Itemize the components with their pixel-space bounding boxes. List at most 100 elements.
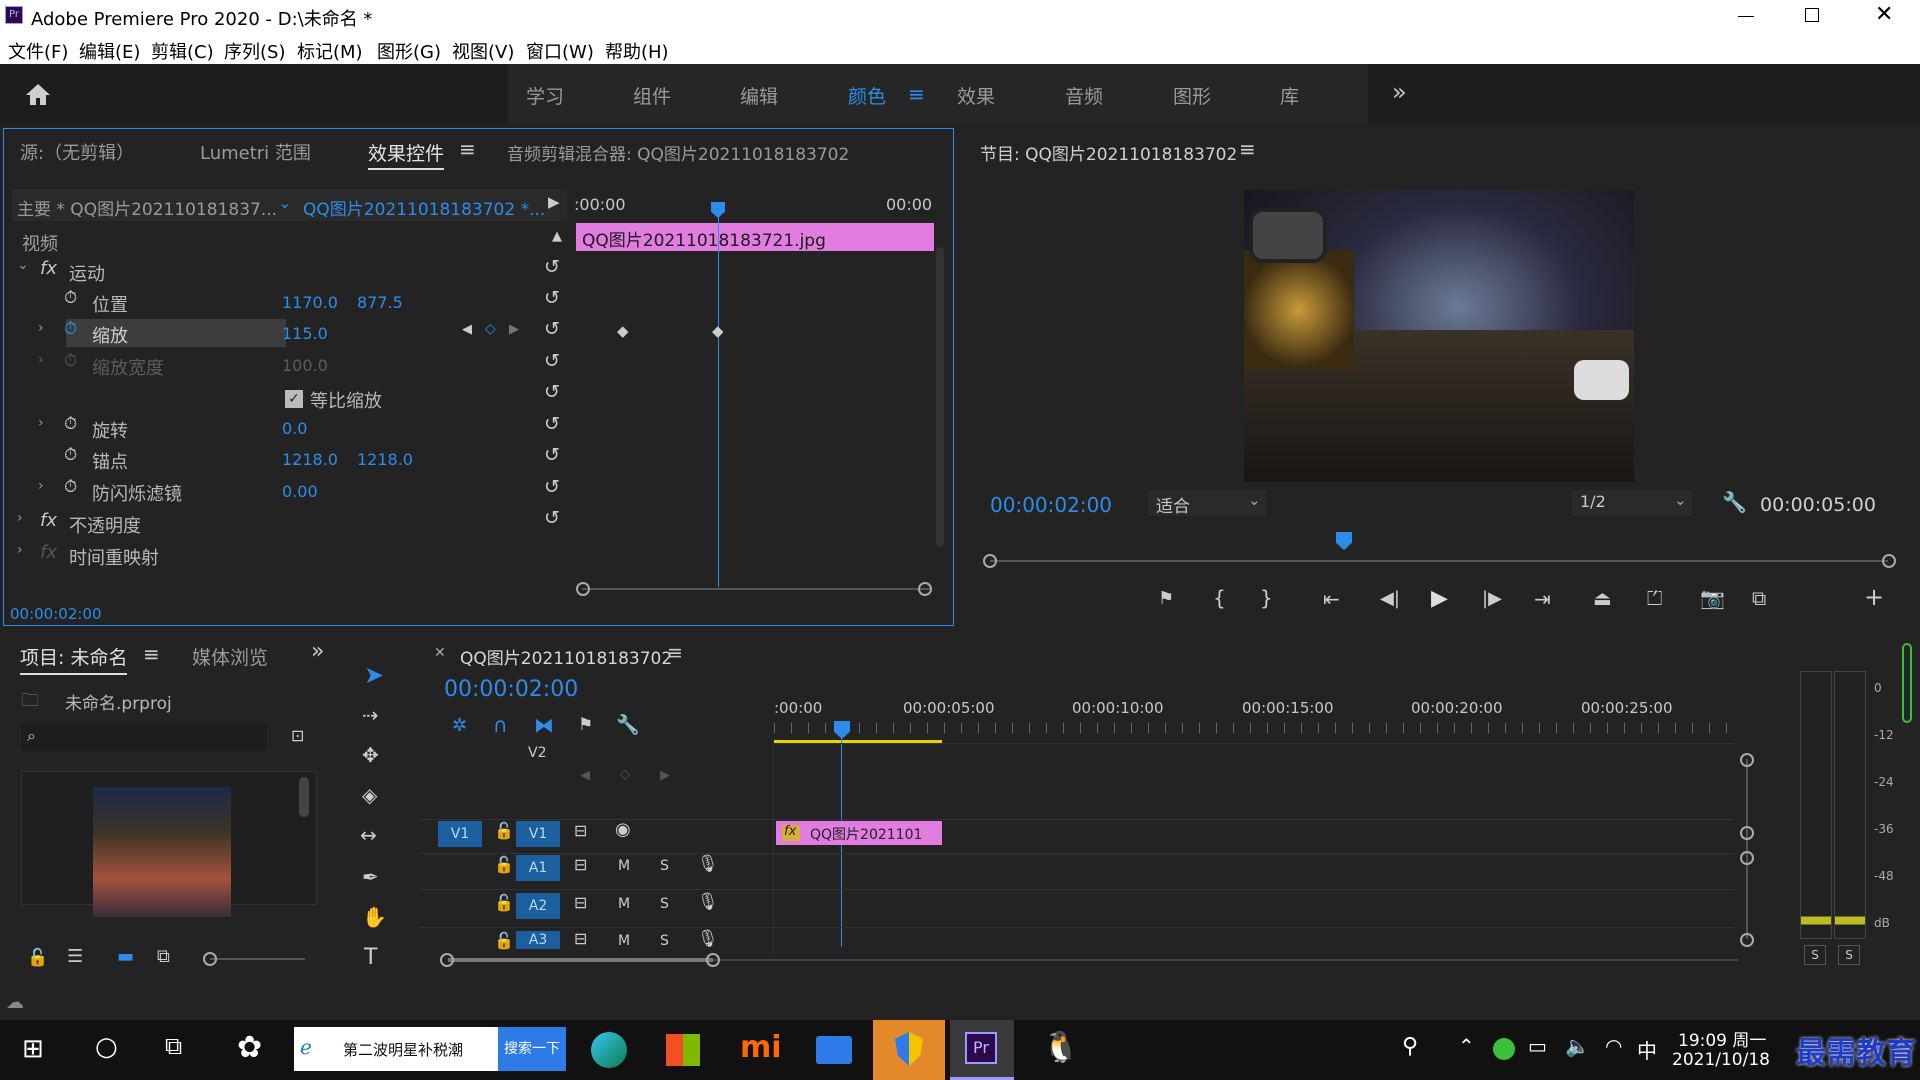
prev-keyframe-icon[interactable]: ◀ [580, 768, 590, 783]
mi-app-icon[interactable]: mi [740, 1030, 782, 1065]
icon-view-icon[interactable]: ▬ [117, 946, 134, 967]
voiceover-a3-icon[interactable]: 🎙 [697, 929, 719, 949]
program-scrub-bar[interactable] [990, 560, 1888, 562]
workspace-libraries[interactable]: 库 [1280, 82, 1299, 109]
ripple-edit-tool-icon[interactable]: ✥ [362, 743, 379, 767]
a3-track-target[interactable]: A3 [516, 931, 560, 949]
reset-uniform-icon[interactable]: ↺ [544, 381, 560, 403]
close-icon[interactable]: ✕ [1875, 2, 1893, 27]
voiceover-a2-icon[interactable]: 🎙 [697, 892, 719, 912]
project-search-input[interactable]: ⌕ [21, 723, 267, 751]
expand-scale-icon[interactable]: › [38, 320, 44, 336]
project-menu-icon[interactable]: ≡ [143, 642, 160, 666]
solo-a3-button[interactable]: S [660, 933, 669, 949]
mute-a2-button[interactable]: M [618, 896, 630, 912]
mute-a3-button[interactable]: M [618, 933, 630, 949]
workspace-effects[interactable]: 效果 [957, 82, 995, 109]
store-icon[interactable] [666, 1034, 700, 1066]
solo-a2-button[interactable]: S [660, 896, 669, 912]
task-view-icon[interactable]: ⧉ [165, 1032, 182, 1060]
menu-marker[interactable]: 标记(M) [297, 38, 363, 64]
next-keyframe-icon[interactable]: ▶ [660, 768, 670, 783]
security-shield-icon[interactable] [873, 1020, 945, 1080]
timeline-timecode[interactable]: 00:00:02:00 [444, 677, 578, 702]
expand-scale-width-icon[interactable]: › [38, 352, 44, 368]
anchor-y-value[interactable]: 1218.0 [357, 450, 413, 469]
playback-resolution-dropdown[interactable]: 1/2 ⌄ [1572, 490, 1692, 516]
add-keyframe-icon[interactable]: ◇ [485, 321, 496, 337]
cortana-icon[interactable]: ○ [95, 1032, 118, 1062]
restore-icon[interactable] [1805, 8, 1819, 22]
add-marker-icon[interactable]: ⚑ [578, 715, 593, 735]
lock-icon[interactable]: 🔓 [27, 948, 48, 968]
reset-motion-icon[interactable]: ↺ [544, 256, 560, 278]
menu-help[interactable]: 帮助(H) [605, 38, 669, 64]
freeform-view-icon[interactable]: ⧉ [157, 946, 170, 967]
sequence-clip-label[interactable]: QQ图片20211018183702 *... [303, 195, 545, 220]
program-playhead[interactable] [1336, 532, 1352, 550]
mail-icon[interactable] [816, 1036, 852, 1064]
new-bin-from-search-icon[interactable]: ⊡ [291, 726, 304, 745]
tab-project[interactable]: 项目: 未命名 [20, 643, 128, 675]
sync-lock-a3-icon[interactable]: ⊟ [574, 929, 587, 948]
play-icon[interactable]: ▶ [1431, 586, 1448, 611]
reset-scale-icon[interactable]: ↺ [544, 318, 560, 340]
tab-source[interactable]: 源:（无剪辑） [20, 139, 134, 165]
expand-rotation-icon[interactable]: › [38, 415, 44, 431]
workspace-assembly[interactable]: 组件 [633, 82, 671, 109]
creative-cloud-icon[interactable]: ☁ [6, 992, 24, 1013]
home-icon[interactable] [24, 82, 52, 106]
stopwatch-scale-icon[interactable]: ⏱ [64, 319, 77, 339]
taskbar-search-box[interactable]: ℯ 第二波明星补税潮 [294, 1027, 498, 1071]
reset-rotation-icon[interactable]: ↺ [544, 413, 560, 435]
insert-nest-icon[interactable]: ✲ [452, 715, 467, 736]
lock-a2-icon[interactable]: 🔓 [494, 893, 514, 912]
media-thumbnail[interactable] [93, 787, 231, 917]
tray-green-icon[interactable] [1493, 1038, 1515, 1060]
pinwheel-app-icon[interactable]: ✿ [237, 1030, 262, 1065]
ec-zoom-scrollbar[interactable] [582, 588, 932, 590]
clock-date[interactable]: 2021/10/18 [1672, 1050, 1770, 1070]
add-marker-icon[interactable]: ⚑ [1158, 588, 1174, 609]
search-button[interactable]: 搜索一下 [498, 1027, 566, 1071]
expand-opacity-icon[interactable]: › [17, 510, 23, 526]
reset-position-icon[interactable]: ↺ [544, 287, 560, 309]
tab-audio-clip-mixer[interactable]: 音频剪辑混合器: QQ图片20211018183702 [507, 140, 849, 165]
playhead-marker[interactable] [711, 202, 725, 218]
lock-a1-icon[interactable]: 🔓 [494, 855, 514, 874]
tab-effect-controls[interactable]: 效果控件 [368, 139, 445, 170]
expand-motion-icon[interactable]: ⌄ [17, 257, 29, 273]
solo-a1-button[interactable]: S [660, 858, 669, 874]
menu-sequence[interactable]: 序列(S) [224, 38, 285, 64]
menu-clip[interactable]: 剪辑(C) [151, 38, 214, 64]
reset-opacity-icon[interactable]: ↺ [544, 507, 560, 529]
timeline-zoom-handle[interactable] [448, 958, 713, 962]
keyframe-1-icon[interactable]: ◆ [617, 322, 629, 340]
v1-track-target[interactable]: V1 [516, 821, 560, 847]
type-tool-icon[interactable]: T [364, 945, 377, 970]
track-select-tool-icon[interactable]: ⇢ [362, 703, 379, 727]
eye-v1-icon[interactable]: ◉ [615, 819, 631, 840]
workspace-editing[interactable]: 编辑 [740, 82, 778, 109]
step-back-icon[interactable]: ◀| [1380, 588, 1400, 609]
rotation-value[interactable]: 0.0 [282, 419, 307, 438]
lock-v1-icon[interactable]: 🔓 [494, 821, 514, 840]
solo-right-button[interactable]: S [1838, 945, 1860, 965]
hand-tool-icon[interactable]: ✋ [362, 905, 387, 929]
stopwatch-flicker-icon[interactable]: ⏱ [64, 477, 77, 497]
workspace-learn[interactable]: 学习 [526, 82, 564, 109]
play-triangle-icon[interactable]: ▶ [548, 193, 560, 211]
solo-left-button[interactable]: S [1804, 945, 1826, 965]
program-title[interactable]: 节目: QQ图片20211018183702 [980, 140, 1237, 165]
go-to-in-icon[interactable]: ⇤ [1323, 587, 1340, 611]
program-video-frame[interactable] [1244, 190, 1634, 482]
master-clip-label[interactable]: 主要 * QQ图片202110181837... [17, 195, 277, 220]
uniform-scale-checkbox[interactable]: ✓ [285, 390, 303, 408]
program-menu-icon[interactable]: ≡ [1239, 137, 1256, 161]
wrench-icon[interactable]: 🔧 [1722, 490, 1747, 514]
scroll-up-icon[interactable]: ▲ [552, 229, 562, 244]
extract-icon[interactable]: ⏍ [1647, 586, 1662, 610]
fit-dropdown[interactable]: 适合 ⌄ [1148, 490, 1266, 517]
workspace-color[interactable]: 颜色 [848, 82, 886, 109]
project-scrollbar[interactable] [299, 777, 309, 817]
